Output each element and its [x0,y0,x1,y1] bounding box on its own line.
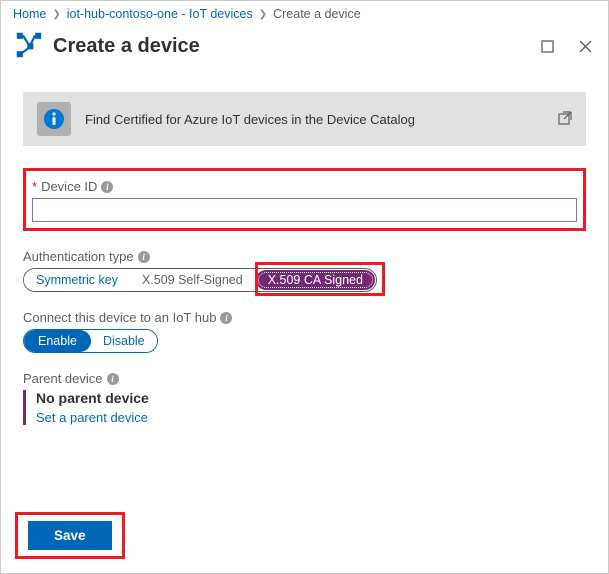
set-parent-link[interactable]: Set a parent device [36,410,586,425]
parent-device-label: Parent device i [23,371,586,386]
device-id-label: * Device ID i [32,179,577,194]
auth-type-label: Authentication type i [23,249,586,264]
parent-none-text: No parent device [36,390,586,406]
required-asterisk: * [32,179,37,194]
breadcrumb-hub[interactable]: iot-hub-contoso-one - IoT devices [67,7,253,21]
connect-hub-toggle: Enable Disable [23,329,158,353]
chevron-right-icon: ❯ [52,9,60,20]
info-banner: Find Certified for Azure IoT devices in … [23,92,586,146]
auth-type-group: Authentication type i Symmetric key X.50… [23,249,586,292]
connect-hub-label: Connect this device to an IoT hub i [23,310,586,325]
info-tooltip-icon[interactable]: i [220,312,232,324]
restore-window-button[interactable] [538,38,556,56]
connect-enable[interactable]: Enable [24,330,91,352]
info-tooltip-icon[interactable]: i [107,373,119,385]
auth-option-self-signed[interactable]: X.509 Self-Signed [130,269,255,291]
auth-option-ca-signed[interactable]: X.509 CA Signed [256,270,375,290]
external-link-icon[interactable] [558,111,572,128]
parent-device-box: No parent device Set a parent device [23,390,586,425]
page-title: Create a device [53,35,518,58]
page-header: Create a device [1,25,608,72]
parent-device-group: Parent device i No parent device Set a p… [23,371,586,425]
breadcrumb: Home ❯ iot-hub-contoso-one - IoT devices… [1,1,608,25]
breadcrumb-home[interactable]: Home [13,7,46,21]
close-button[interactable] [576,38,594,56]
breadcrumb-current: Create a device [273,7,361,21]
save-highlight: Save [15,512,125,559]
device-id-input[interactable] [32,198,577,222]
iot-device-icon [15,31,43,62]
action-bar: Save [15,512,125,559]
info-icon [37,102,71,136]
chevron-right-icon: ❯ [259,9,267,20]
info-tooltip-icon[interactable]: i [138,251,150,263]
connect-hub-group: Connect this device to an IoT hub i Enab… [23,310,586,353]
device-id-highlight: * Device ID i [23,168,586,231]
connect-disable[interactable]: Disable [91,330,157,352]
auth-option-symmetric[interactable]: Symmetric key [24,269,130,291]
save-button[interactable]: Save [28,521,112,550]
info-tooltip-icon[interactable]: i [101,181,113,193]
info-banner-text: Find Certified for Azure IoT devices in … [85,112,544,127]
auth-type-selector: Symmetric key X.509 Self-Signed X.509 CA… [23,268,377,292]
